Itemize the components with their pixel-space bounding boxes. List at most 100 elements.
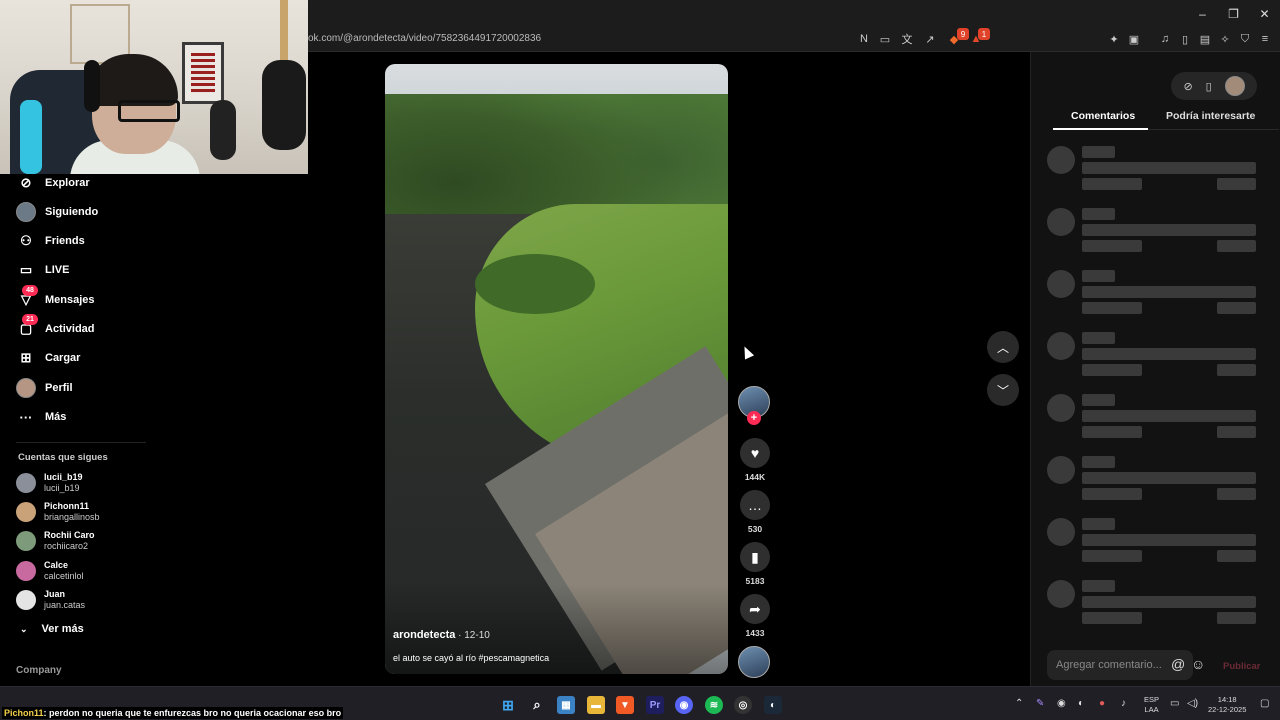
tab-comentarios[interactable]: Comentarios (1071, 110, 1135, 122)
notifications-icon[interactable]: ▢ (1260, 698, 1269, 709)
publish-button[interactable]: Publicar (1223, 661, 1261, 672)
sidebar-item-label: Actividad (45, 323, 95, 335)
webcam-overlay (0, 0, 308, 174)
account-name: Pichonn11 (44, 501, 90, 511)
cast-icon[interactable]: ▭ (877, 31, 893, 47)
video-caption: el auto se cayó al río #pescamagnetica (393, 653, 550, 663)
company-link[interactable]: Company (16, 665, 62, 676)
minimize-icon[interactable]: – (1187, 0, 1218, 28)
microphone-icon[interactable]: ♪ (1121, 698, 1126, 709)
leo-icon[interactable]: ✧ (1217, 31, 1233, 47)
like-button[interactable]: ♥ 144K (738, 438, 772, 482)
following-account[interactable]: Rochii Caro rochiicaro2 (16, 530, 95, 552)
sidebar-toggle-icon[interactable]: ▯ (1177, 31, 1193, 47)
sidebar-item-label: Explorar (45, 177, 90, 189)
account-handle: juan.catas (44, 600, 86, 610)
chevron-down-icon: ﹀ (996, 383, 1009, 398)
save-button[interactable]: ▮ 5183 (738, 542, 772, 586)
sidebar-item-label: Más (45, 411, 67, 423)
sidebar-item-siguiendo[interactable]: Siguiendo (16, 199, 98, 225)
screenshot-icon[interactable]: ▣ (1126, 31, 1142, 47)
following-account[interactable]: Juan juan.catas (16, 589, 85, 611)
language-indicator[interactable]: ESP LAA (1144, 695, 1159, 715)
following-account[interactable]: Calce calcetinlol (16, 560, 84, 582)
url-text[interactable]: ok.com/@arondetecta/video/75823644917200… (308, 33, 541, 44)
see-more-label: Ver más (41, 623, 84, 635)
menu-icon[interactable]: ≡ (1257, 31, 1273, 47)
sidebar-item-friends[interactable]: ⚇ Friends (16, 228, 85, 254)
system-clock[interactable]: 14:18 22-12-2025 (1208, 695, 1246, 715)
chat-text: : perdon no queria que te enfurezcas bro… (43, 708, 342, 718)
widgets-icon[interactable]: ▦ (557, 696, 575, 714)
account-handle: rochiicaro2 (44, 541, 89, 551)
comment-button[interactable]: … 530 (738, 490, 772, 534)
maximize-icon[interactable]: ❐ (1218, 0, 1249, 28)
windows-start-icon[interactable]: ⊞ (499, 696, 517, 714)
discord-icon[interactable]: ◉ (675, 696, 693, 714)
follow-plus-icon[interactable]: + (747, 411, 761, 425)
sidebar-item-label: LIVE (45, 264, 70, 276)
chevron-up-icon[interactable]: ⌃ (1015, 698, 1023, 709)
tray-discord-icon[interactable]: ◉ (1057, 698, 1066, 709)
wall-poster (182, 42, 224, 104)
spotify-icon[interactable]: ≋ (705, 696, 723, 714)
sidebar-item-live[interactable]: ▭ LIVE (16, 257, 70, 283)
file-explorer-icon[interactable]: ▬ (587, 696, 605, 714)
volume-icon[interactable]: ◁) (1187, 698, 1198, 709)
avatar (16, 561, 36, 581)
sidebar-item-label: Siguiendo (45, 206, 99, 218)
video-author[interactable]: arondetecta · 12-10 (393, 629, 490, 641)
sidebar-item-mas[interactable]: ··· Más (16, 404, 67, 430)
sidebar-item-label: Perfil (45, 382, 73, 394)
search-icon[interactable]: ⌕ (528, 696, 546, 714)
sidebar-item-mensajes[interactable]: ▽ 48 Mensajes (16, 285, 95, 313)
share-arrow-icon: ➦ (740, 594, 770, 624)
obs-icon[interactable]: ◎ (734, 696, 752, 714)
sidebar-item-actividad[interactable]: ▢ 21 Actividad (16, 314, 95, 342)
stream-chat-message: Pichon11: perdon no queria que te enfure… (2, 707, 344, 719)
steam-icon[interactable]: ◐ (764, 696, 782, 714)
following-account[interactable]: lucii_b19 lucii_b19 (16, 472, 83, 494)
glasses (118, 100, 180, 122)
heart-icon: ♥ (740, 438, 770, 468)
left-sidebar: ⊘ Explorar Siguiendo ⚇ Friends ▭ LIVE ▽ 4… (0, 174, 170, 686)
avatar[interactable] (1224, 76, 1245, 96)
lang-code: ESP (1144, 695, 1160, 704)
tray-steam-icon[interactable]: ◐ (1078, 698, 1084, 709)
following-title: Cuentas que sigues (18, 452, 108, 463)
wallet-icon[interactable]: ▤ (1197, 31, 1213, 47)
media-icon[interactable]: ♫ (1157, 31, 1173, 47)
author-name[interactable]: arondetecta (393, 629, 455, 641)
see-more-button[interactable]: ⌄ Ver más (20, 623, 84, 635)
premiere-icon[interactable]: Pr (646, 696, 664, 714)
tray-rec-icon[interactable]: ● (1099, 698, 1105, 709)
tray-pen-icon[interactable]: ✎ (1036, 698, 1044, 709)
vpn-icon[interactable]: ⛉ (1237, 31, 1253, 47)
headset (84, 60, 100, 112)
tab-podria-interesarte[interactable]: Podría interesarte (1166, 110, 1255, 122)
share-icon[interactable]: ↗ (922, 31, 938, 47)
emoji-icon[interactable]: ☺ (1191, 656, 1205, 672)
comment-icon: … (740, 490, 770, 520)
sidebar-item-cargar[interactable]: ⊞ Cargar (16, 345, 81, 371)
brave-browser-icon[interactable]: ▼ (616, 696, 634, 714)
network-icon[interactable]: ▭ (1170, 698, 1179, 709)
sidebar-item-perfil[interactable]: Perfil (16, 375, 73, 401)
reader-icon[interactable]: N (856, 31, 872, 47)
next-video-button[interactable]: ﹀ (987, 374, 1019, 406)
mention-icon[interactable]: @ (1171, 656, 1185, 672)
share-button[interactable]: ➦ 1433 (738, 594, 772, 638)
video-player[interactable]: arondetecta · 12-10 el auto se cayó al r… (385, 64, 728, 674)
previous-video-button[interactable]: ︿ (987, 331, 1019, 363)
following-account[interactable]: Pichonn11 briangallinosb (16, 501, 100, 523)
video-plants (475, 254, 595, 314)
chair-stripe (20, 100, 42, 174)
sidebar-item-explorar[interactable]: ⊘ Explorar (16, 170, 90, 196)
translate-icon[interactable]: 文 (899, 31, 915, 47)
extensions-icon[interactable]: ✦ (1106, 31, 1122, 47)
close-icon[interactable]: ✕ (1249, 0, 1280, 28)
plus-square-icon: ⊞ (20, 350, 32, 365)
phone-icon[interactable]: ▯ (1206, 80, 1212, 93)
compass-icon[interactable]: ⊘ (1183, 80, 1192, 93)
account-handle: calcetinlol (44, 571, 84, 581)
